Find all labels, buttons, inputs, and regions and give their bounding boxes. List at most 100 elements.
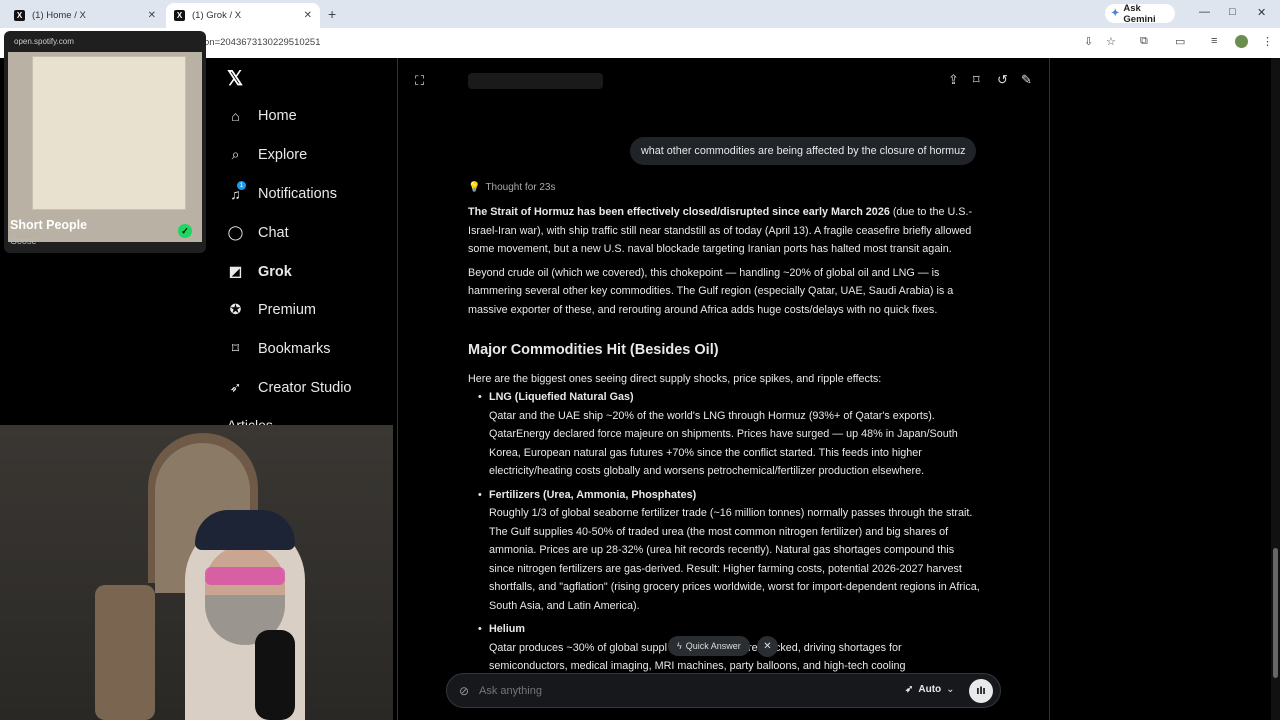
spotify-media-popup[interactable]: open.spotify.com Short People Goose ✓ [4,31,206,253]
history-icon[interactable]: ↺ [997,72,1008,88]
sidebar-item-premium[interactable]: ✪ Premium [227,301,316,318]
browser-tab-bar: X (1) Home / X ✕ X (1) Grok / X ✕ + ✦ As… [0,0,1280,28]
check-icon[interactable]: ✓ [178,224,192,238]
thought-label: Thought for 23s [485,182,556,193]
new-tab-button[interactable]: + [328,6,336,22]
sidebar-item-label: Explore [258,146,308,163]
track-title: Short People [10,218,88,232]
chevron-down-icon: ⌄ [946,684,955,695]
media-source: open.spotify.com [14,37,74,46]
conversation-title [468,73,603,89]
rocket-icon: ➶ [905,684,914,695]
user-message-text: what other commodities are being affecte… [641,145,966,157]
reading-list-icon[interactable]: ≡ [1211,35,1217,47]
thought-indicator[interactable]: 💡 Thought for 23s [468,182,556,193]
mode-selector[interactable]: ➶ Auto ⌄ [905,684,955,695]
rocket-icon: ➶ [229,379,242,395]
sidebar-item-creator-studio[interactable]: ➶ Creator Studio [227,379,352,396]
notification-badge: 1 [237,181,246,190]
search-icon: ⌕ [231,146,240,162]
bookmark-icon: ⌑ [231,340,240,356]
list-item-body: Roughly 1/3 of global seaborne fertilize… [489,507,980,612]
browser-tab-grok[interactable]: X (1) Grok / X ✕ [166,3,320,28]
sidebar-item-chat[interactable]: ◯ Chat [227,224,289,241]
minimize-button[interactable]: — [1199,6,1210,18]
ask-gemini-button[interactable]: ✦ Ask Gemini [1105,2,1175,25]
sidebar-item-explore[interactable]: ⌕ Explore [227,146,308,163]
quick-answer-label: Quick Answer [685,641,741,651]
response-paragraph: Beyond crude oil (which we covered), thi… [468,266,954,316]
grok-response: The Strait of Hormuz has been effectivel… [468,203,980,681]
mode-label: Auto [918,684,942,695]
close-window-button[interactable]: ✕ [1257,6,1266,19]
close-icon[interactable]: ✕ [757,636,778,657]
voice-mode-button[interactable]: ıIı [969,679,993,703]
response-paragraph: The Strait of Hormuz has been effectivel… [468,203,980,259]
cast-icon[interactable]: ▭ [1175,35,1185,48]
list-item-heading: LNG (Liquefied Natural Gas) [489,391,634,403]
waveform-icon: ıIı [976,685,986,697]
list-item: Fertilizers (Urea, Ammonia, Phosphates) … [468,486,980,616]
chair [95,585,155,720]
response-bold-lead: The Strait of Hormuz has been effectivel… [468,206,890,218]
webcam-overlay [0,425,393,720]
sidebar-item-notifications[interactable]: ♫ 1 Notifications [227,181,337,202]
home-icon: ⌂ [231,107,240,124]
grok-icon: ◩ [228,263,243,279]
list-item-heading: Fertilizers (Urea, Ammonia, Phosphates) [489,488,697,501]
sidebar-item-label: Premium [258,301,317,318]
maximize-button[interactable]: □ [1229,6,1236,18]
bookmark-star-icon[interactable]: ☆ [1106,35,1116,48]
close-icon[interactable]: ✕ [148,10,156,21]
sidebar-item-label: Notifications [258,185,337,202]
browser-tab-home[interactable]: X (1) Home / X ✕ [6,3,164,28]
expand-icon[interactable]: ⛶ [415,73,424,89]
share-icon[interactable]: ⇪ [948,72,959,88]
sidebar-item-label: Bookmarks [258,340,331,357]
x-favicon-icon: X [174,10,185,21]
scrollbar-thumb[interactable] [1273,548,1278,678]
attach-icon[interactable]: ⊘ [459,684,469,698]
menu-kebab-icon[interactable]: ⋮ [1262,35,1273,48]
album-art [8,52,202,242]
profile-avatar[interactable] [1235,35,1248,48]
url-text[interactable]: on=2043673130229510251 [204,37,321,48]
close-icon[interactable]: ✕ [304,10,312,21]
sidebar-item-label: Creator Studio [258,379,352,396]
ask-input-bar: ⊘ ➶ Auto ⌄ ıIı [446,673,1001,708]
sidebar-item-label: Grok [258,263,292,280]
install-app-icon[interactable]: ⇩ [1084,35,1093,48]
track-artist: Goose [10,236,37,246]
ask-gemini-label: Ask Gemini [1123,2,1156,25]
bell-icon: ♫ 1 [227,181,246,202]
tab-title: (1) Home / X [32,10,86,21]
premium-icon: ✪ [229,301,242,317]
sidebar-item-label: Chat [258,224,289,241]
new-chat-icon[interactable]: ✎ [1021,72,1032,88]
ask-input[interactable] [479,682,879,700]
lightbulb-icon: 💡 [468,182,481,193]
list-item-body: Qatar and the UAE ship ~20% of the world… [489,409,958,478]
person-glasses [205,567,285,585]
microphone [255,630,295,720]
sidebar-item-home[interactable]: ⌂ Home [227,107,297,124]
list-item: LNG (Liquefied Natural Gas) Qatar and th… [468,388,980,481]
bookmark-icon[interactable]: ⌑ [973,72,980,88]
album-illustration [32,56,186,210]
sidebar-item-label: Home [258,107,297,124]
person-cap [195,510,295,550]
page-scrollbar[interactable] [1271,58,1280,720]
tab-title: (1) Grok / X [192,10,242,21]
gemini-icon: ✦ [1111,8,1120,19]
quick-answer-button[interactable]: ϟ Quick Answer [668,636,750,656]
x-favicon-icon: X [14,10,25,21]
sidebar-item-bookmarks[interactable]: ⌑ Bookmarks [227,340,331,357]
x-logo-icon[interactable]: 𝕏 [227,66,243,91]
response-intro: Here are the biggest ones seeing direct … [468,372,882,385]
user-message-bubble: what other commodities are being affecte… [630,137,977,165]
extensions-icon[interactable]: ⧉ [1140,35,1148,48]
grok-conversation-panel: ⛶ ⇪ ⌑ ↺ ✎ what other commodities are bei… [397,58,1050,720]
commodity-list: LNG (Liquefied Natural Gas) Qatar and th… [468,388,980,676]
sidebar-item-grok[interactable]: ◩ Grok [227,263,292,280]
response-heading: Major Commodities Hit (Besides Oil) [468,342,719,358]
